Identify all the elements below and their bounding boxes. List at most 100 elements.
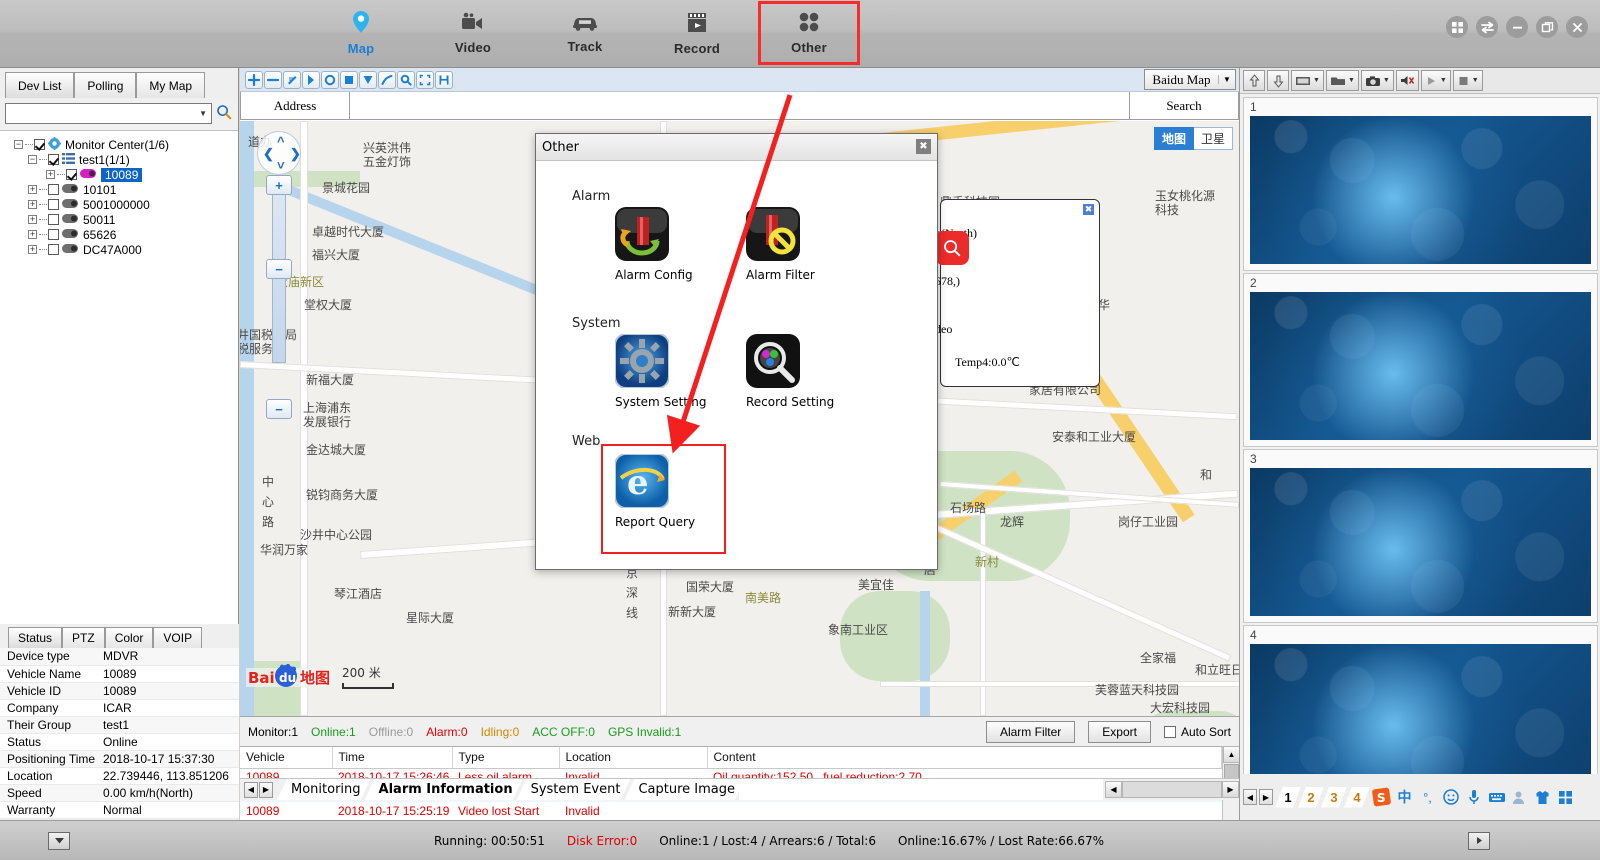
map-search-button[interactable]: Search [1129, 92, 1239, 119]
tab-capture-image[interactable]: Capture Image [624, 779, 745, 800]
chevron-down-icon[interactable]: ▼ [1218, 75, 1235, 84]
square-icon[interactable] [340, 70, 358, 89]
folder-icon[interactable]: ▼ [1325, 70, 1359, 91]
tree-checkbox[interactable] [34, 139, 45, 150]
chinese-input-icon[interactable]: 中 [1394, 787, 1415, 808]
video-page-2[interactable]: 2 [1298, 787, 1324, 808]
nav-item-map[interactable]: Map [313, 4, 409, 62]
pan-up-icon[interactable]: ^ [277, 134, 285, 149]
chevron-down-icon[interactable]: ▼ [1313, 77, 1320, 84]
column-vehicle[interactable]: Vehicle [240, 747, 333, 769]
video-cell-3[interactable]: 3 [1243, 449, 1598, 623]
tree-checkbox[interactable] [48, 214, 59, 225]
zoom-in-button[interactable]: + [266, 175, 292, 195]
restore-icon[interactable] [1536, 16, 1558, 38]
switch-icon[interactable] [1476, 16, 1498, 38]
tile-alarm-filter[interactable]: Alarm Filter [746, 207, 815, 282]
grid-icon[interactable] [1446, 16, 1468, 38]
nav-item-track[interactable]: Track [537, 4, 633, 62]
pan-right-icon[interactable]: ❯ [290, 146, 301, 162]
video-stream-image[interactable] [1250, 468, 1591, 616]
status-tab-ptz[interactable]: PTZ [62, 627, 105, 648]
user-icon[interactable] [1509, 787, 1530, 808]
tile-alarm-config[interactable]: Alarm Config [615, 207, 693, 282]
status-tab-status[interactable]: Status [8, 627, 63, 648]
hscroll-right-icon[interactable]: ▶ [1222, 781, 1239, 798]
stop-icon[interactable]: ▼ [1452, 70, 1483, 91]
column-type[interactable]: Type [452, 747, 560, 769]
tree-node-10089[interactable]: + 10089 [6, 167, 238, 182]
tree-expander[interactable]: − [14, 140, 23, 149]
emoji-icon[interactable] [1440, 787, 1461, 808]
tree-expander[interactable]: + [28, 185, 37, 194]
tab-system-event[interactable]: System Event [517, 779, 631, 800]
tree-expander[interactable]: + [28, 245, 37, 254]
keyboard-icon[interactable] [1486, 787, 1507, 808]
address-input[interactable] [350, 92, 1129, 119]
camera-icon[interactable]: ▼ [1360, 70, 1394, 91]
export-button[interactable]: Export [1088, 720, 1151, 743]
hscroll-left-icon[interactable]: ◀ [1105, 781, 1122, 798]
sogou-logo-icon[interactable]: S [1371, 787, 1392, 808]
sidebar-tab-my-map[interactable]: My Map [136, 72, 206, 98]
zoom-slider-handle[interactable]: − [266, 259, 292, 279]
expand-right-icon[interactable] [1468, 831, 1491, 850]
tree-expander[interactable]: + [28, 215, 37, 224]
tree-node-dc47a000[interactable]: + DC47A000 [6, 242, 238, 257]
minus-icon[interactable] [264, 70, 282, 89]
tree-checkbox[interactable] [48, 184, 59, 195]
map-layer-normal[interactable]: 地图 [1153, 127, 1194, 150]
sidebar-tab-polling[interactable]: Polling [74, 72, 137, 98]
zoom-out-button[interactable]: − [266, 399, 292, 419]
minimize-icon[interactable] [1506, 16, 1528, 38]
tree-checkbox[interactable] [48, 199, 59, 210]
microphone-icon[interactable] [1463, 787, 1484, 808]
polygon-icon[interactable] [359, 70, 377, 89]
video-stream-image[interactable] [1250, 116, 1591, 264]
tree-node-5001000000[interactable]: + 5001000000 [6, 197, 238, 212]
tree-node-10101[interactable]: + 10101 [6, 182, 238, 197]
tree-node-monitor-center[interactable]: − Monitor Center(1/6) [6, 136, 238, 152]
tree-expander[interactable]: + [46, 170, 55, 179]
map-search-marker-icon[interactable] [935, 231, 969, 265]
skin-icon[interactable] [1532, 787, 1553, 808]
apps-icon[interactable] [1555, 787, 1576, 808]
chevron-down-icon[interactable]: ▼ [1348, 77, 1355, 84]
device-tree[interactable]: − Monitor Center(1/6) − test1(1/1) + 100… [0, 130, 238, 624]
alarm-filter-button[interactable]: Alarm Filter [985, 720, 1076, 743]
tab-monitoring[interactable]: Monitoring [277, 779, 371, 800]
upload-icon[interactable] [1243, 70, 1265, 91]
collapse-down-icon[interactable] [48, 831, 70, 850]
tree-checkbox[interactable] [48, 229, 59, 240]
nav-item-video[interactable]: Video [425, 4, 521, 62]
hand-icon[interactable] [283, 70, 301, 89]
tree-node-test1[interactable]: − test1(1/1) [6, 152, 238, 167]
device-filter-combo[interactable]: ▼ [5, 103, 212, 124]
page-next-icon[interactable]: ▶ [1259, 789, 1273, 805]
video-page-4[interactable]: 4 [1344, 787, 1370, 808]
video-cell-1[interactable]: 1 [1243, 97, 1598, 271]
nav-item-other[interactable]: Other [758, 1, 860, 65]
pan-down-icon[interactable]: ˅ [277, 158, 285, 173]
tree-node-65626[interactable]: + 65626 [6, 227, 238, 242]
marker-icon[interactable] [302, 70, 320, 89]
tree-expander[interactable]: + [28, 200, 37, 209]
status-tab-voip[interactable]: VOIP [153, 627, 203, 648]
mute-icon[interactable] [1395, 70, 1419, 91]
video-cell-2[interactable]: 2 [1243, 273, 1598, 447]
video-page-1[interactable]: 1 [1275, 787, 1301, 808]
video-stream-image[interactable] [1250, 292, 1591, 440]
play-icon[interactable]: ▼ [1420, 70, 1451, 91]
save-icon[interactable] [435, 70, 453, 89]
nav-item-record[interactable]: Record [649, 4, 745, 62]
chevron-down-icon[interactable]: ▼ [1440, 77, 1447, 84]
close-icon[interactable]: ✖ [1083, 204, 1094, 215]
scroll-up-icon[interactable]: ▲ [1223, 746, 1240, 763]
tab-alarm-information[interactable]: Alarm Information [365, 779, 523, 800]
hscroll-track[interactable] [1122, 781, 1222, 798]
tile-system-setting[interactable]: System Setting [614, 333, 707, 409]
close-icon[interactable] [1566, 16, 1588, 38]
tile-record-setting[interactable]: Record Setting [746, 334, 834, 409]
tree-node-50011[interactable]: + 50011 [6, 212, 238, 227]
auto-sort-checkbox[interactable] [1163, 725, 1176, 738]
